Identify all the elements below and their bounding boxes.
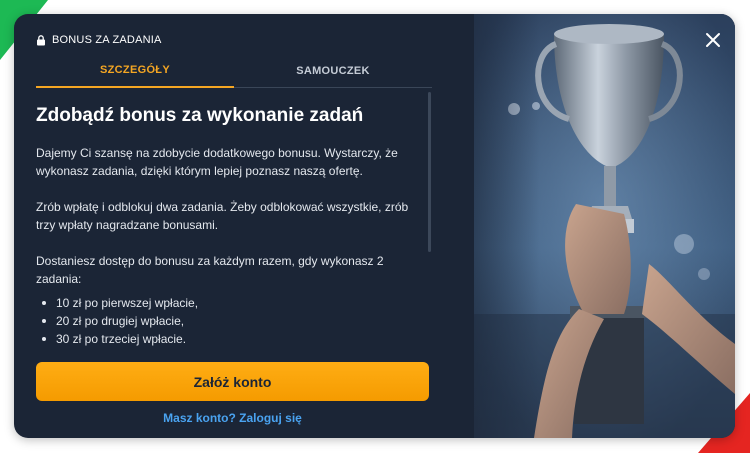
content-scrollbar[interactable] [428,92,431,252]
create-account-button[interactable]: Załóż konto [36,362,429,401]
list-item: 20 zł po drugiej wpłacie, [36,312,428,330]
paragraph-access: Dostaniesz dostęp do bonusu za każdym ra… [36,254,384,286]
bonus-modal: BONUS ZA ZADANIA SZCZEGÓŁY SAMOUCZEK Zdo… [14,14,735,438]
tab-bar: SZCZEGÓŁY SAMOUCZEK [36,54,433,88]
content-title: Zdobądź bonus za wykonanie zadań [36,105,364,126]
details-panel: BONUS ZA ZADANIA SZCZEGÓŁY SAMOUCZEK Zdo… [14,14,474,438]
list-item: 30 zł po trzeciej wpłacie. [36,330,428,348]
modal-header: BONUS ZA ZADANIA [36,33,162,47]
tab-tutorial[interactable]: SAMOUCZEK [234,54,432,88]
trophy-image [474,14,735,438]
lock-icon [37,34,45,45]
paragraph-deposit: Zrób wpłatę i odblokuj dwa zadania. Żeby… [36,200,409,232]
details-content: Zdobądź bonus za wykonanie zadań Dajemy … [36,104,428,354]
paragraph-intro: Dajemy Ci szansę na zdobycie dodatkowego… [36,146,398,178]
bonus-list: 10 zł po pierwszej wpłacie, 20 zł po dru… [36,294,428,348]
list-item: 10 zł po pierwszej wpłacie, [36,294,428,312]
tab-details[interactable]: SZCZEGÓŁY [36,54,234,88]
close-icon[interactable] [705,32,721,48]
login-link[interactable]: Masz konto? Zaloguj się [36,411,429,429]
hero-panel [474,14,735,438]
header-label: BONUS ZA ZADANIA [52,34,162,46]
